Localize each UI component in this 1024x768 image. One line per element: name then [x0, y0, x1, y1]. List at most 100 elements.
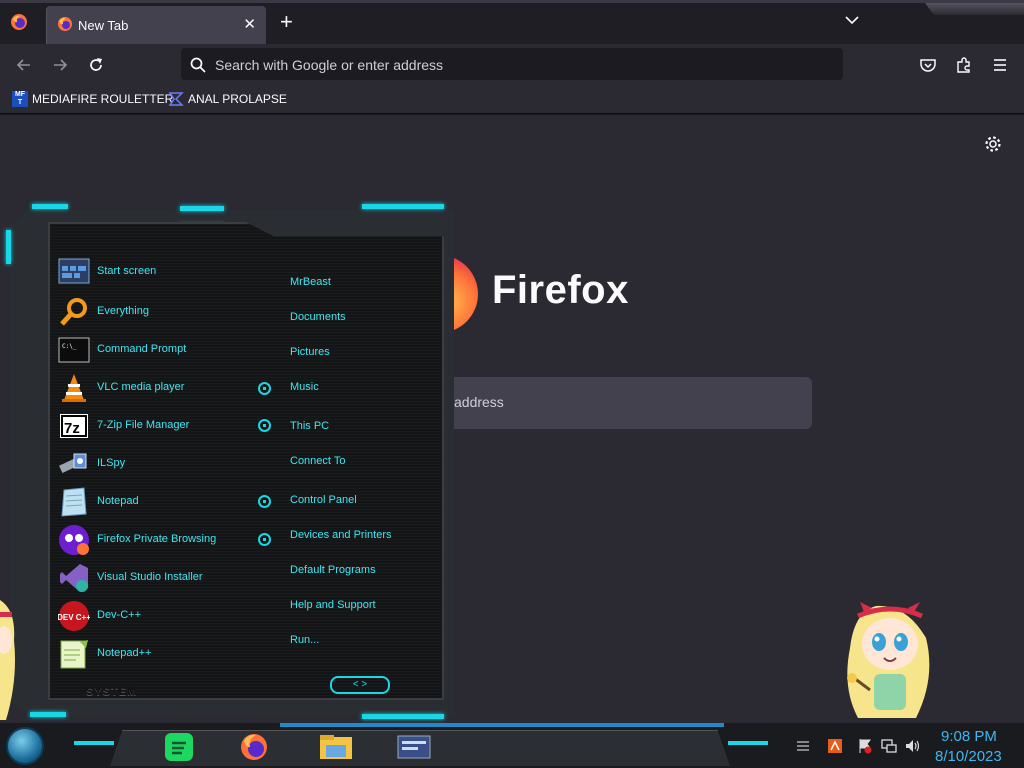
- hamburger-menu-icon[interactable]: [991, 56, 1009, 74]
- desktop-screen: New Tab ✕ + Search with Google or enter …: [0, 0, 1024, 768]
- app-firefox-private[interactable]: Firefox Private Browsing: [58, 524, 258, 556]
- forward-arrow-icon[interactable]: [51, 56, 69, 74]
- new-tab-button[interactable]: +: [280, 11, 293, 33]
- window-corner-decoration: [925, 3, 1024, 15]
- frame-accent: [32, 204, 68, 209]
- devcpp-icon-text: DEV C++: [58, 613, 90, 622]
- app-label: Start screen: [97, 265, 157, 277]
- star-butterfly-mascot: [847, 602, 930, 718]
- app-label: 7-Zip File Manager: [97, 419, 190, 431]
- expand-arrow-icon[interactable]: [258, 419, 271, 432]
- mediafire-icon: MF T: [12, 91, 28, 107]
- app-label: Firefox Private Browsing: [97, 533, 217, 545]
- vlc-cone-icon: [62, 374, 86, 402]
- cmd-icon-text: C:\_: [62, 343, 77, 350]
- app-label: VLC media player: [97, 381, 185, 393]
- clock-time[interactable]: 9:08 PM: [941, 728, 997, 745]
- visual-studio-icon: [60, 564, 88, 592]
- app-7zip[interactable]: 7z 7-Zip File Manager: [58, 410, 258, 442]
- frame-accent: [362, 204, 444, 209]
- navigation-toolbar: Search with Google or enter address: [0, 44, 1024, 84]
- devcpp-icon: DEV C++: [58, 601, 90, 631]
- search-box-placeholder: address: [454, 394, 504, 410]
- link-music[interactable]: Music: [290, 381, 319, 393]
- app-visual-studio-installer[interactable]: Visual Studio Installer: [58, 562, 258, 594]
- menu-scroll-arrows[interactable]: < >: [330, 676, 390, 694]
- taskbar-accent-bar: [280, 723, 724, 727]
- app-label: Notepad++: [97, 647, 152, 659]
- action-center-flag-icon[interactable]: [857, 738, 873, 754]
- reload-icon[interactable]: [87, 56, 105, 74]
- magnifier-icon: [60, 298, 87, 326]
- start-menu: Start screen Everything C:\_ Command Pro…: [0, 200, 456, 720]
- bookmark-label: ANAL PROLAPSE: [188, 92, 287, 106]
- frame-accent: [362, 714, 444, 719]
- tab-strip: New Tab ✕ +: [0, 0, 1024, 44]
- network-icon[interactable]: [881, 738, 897, 754]
- expand-arrow-icon[interactable]: [258, 382, 271, 395]
- file-explorer-icon[interactable]: [314, 731, 358, 763]
- app-devcpp[interactable]: DEV C++ Dev-C++: [58, 600, 258, 632]
- tab-title: New Tab: [78, 18, 129, 33]
- app-label: Everything: [97, 305, 149, 317]
- expand-arrow-icon[interactable]: [258, 533, 271, 546]
- firefox-favicon-icon: [58, 17, 72, 31]
- link-help-and-support[interactable]: Help and Support: [290, 599, 376, 611]
- url-bar[interactable]: Search with Google or enter address: [181, 48, 843, 80]
- firefox-taskbar-icon[interactable]: [232, 731, 276, 763]
- expand-arrow-icon[interactable]: [258, 495, 271, 508]
- app-command-prompt[interactable]: C:\_ Command Prompt: [58, 334, 258, 366]
- start-button[interactable]: [6, 727, 44, 765]
- link-default-programs[interactable]: Default Programs: [290, 564, 376, 576]
- volume-icon[interactable]: [905, 738, 921, 754]
- ilspy-icon: [59, 453, 87, 474]
- app-ilspy[interactable]: ILSpy: [58, 448, 258, 480]
- app-window-icon[interactable]: [392, 731, 436, 763]
- show-hidden-icons-chevron-icon[interactable]: [795, 738, 811, 754]
- frame-accent: [6, 230, 11, 264]
- 7zip-icon-text: 7z: [64, 420, 80, 437]
- link-connect-to[interactable]: Connect To: [290, 455, 345, 467]
- extensions-puzzle-icon[interactable]: [955, 56, 973, 74]
- bookmark-site-icon: [168, 92, 184, 106]
- link-this-pc[interactable]: This PC: [290, 420, 329, 432]
- firefox-wordmark: Firefox: [492, 268, 629, 312]
- app-notepadpp[interactable]: Notepad++: [58, 638, 258, 670]
- system-label: SYSTEM: [86, 686, 138, 698]
- search-icon: [190, 57, 206, 73]
- start-screen-icon: [58, 258, 90, 284]
- back-arrow-icon[interactable]: [15, 56, 33, 74]
- firefox-menu-icon[interactable]: [10, 13, 28, 31]
- bookmark-anal-prolapse[interactable]: ANAL PROLAPSE: [168, 90, 287, 108]
- url-bar-placeholder: Search with Google or enter address: [215, 57, 444, 73]
- taskbar-accent: [74, 741, 114, 745]
- app-label: Command Prompt: [97, 343, 187, 355]
- link-pictures[interactable]: Pictures: [290, 346, 330, 358]
- app-label: Notepad: [97, 495, 139, 507]
- app-start-screen[interactable]: Start screen: [58, 256, 258, 288]
- link-run[interactable]: Run...: [290, 634, 319, 646]
- app-label: ILSpy: [97, 457, 126, 469]
- spotify-icon[interactable]: [158, 731, 202, 763]
- link-control-panel[interactable]: Control Panel: [290, 494, 357, 506]
- tray-app-icon[interactable]: [827, 738, 843, 754]
- app-vlc[interactable]: VLC media player: [58, 372, 258, 404]
- pocket-icon[interactable]: [919, 56, 937, 74]
- app-everything[interactable]: Everything: [58, 296, 258, 328]
- bookmark-mediafire-rouletter[interactable]: MF T MEDIAFIRE ROULETTER: [12, 90, 173, 108]
- link-devices-and-printers[interactable]: Devices and Printers: [290, 529, 392, 541]
- taskbar-accent: [728, 741, 768, 745]
- link-mrbeast[interactable]: MrBeast: [290, 276, 331, 288]
- 7zip-icon: 7z: [60, 414, 88, 438]
- gear-icon[interactable]: [984, 135, 1002, 153]
- frame-accent: [30, 712, 66, 717]
- clock-date[interactable]: 8/10/2023: [935, 748, 1002, 765]
- tab-close-icon[interactable]: ✕: [243, 15, 256, 33]
- bookmark-label: MEDIAFIRE ROULETTER: [32, 92, 174, 106]
- chevron-down-icon[interactable]: [845, 15, 859, 25]
- notepad-icon: [61, 487, 87, 517]
- tab-new-tab[interactable]: New Tab ✕: [46, 6, 266, 44]
- app-notepad[interactable]: Notepad: [58, 486, 258, 518]
- notepadpp-icon: [60, 640, 88, 669]
- link-documents[interactable]: Documents: [290, 311, 346, 323]
